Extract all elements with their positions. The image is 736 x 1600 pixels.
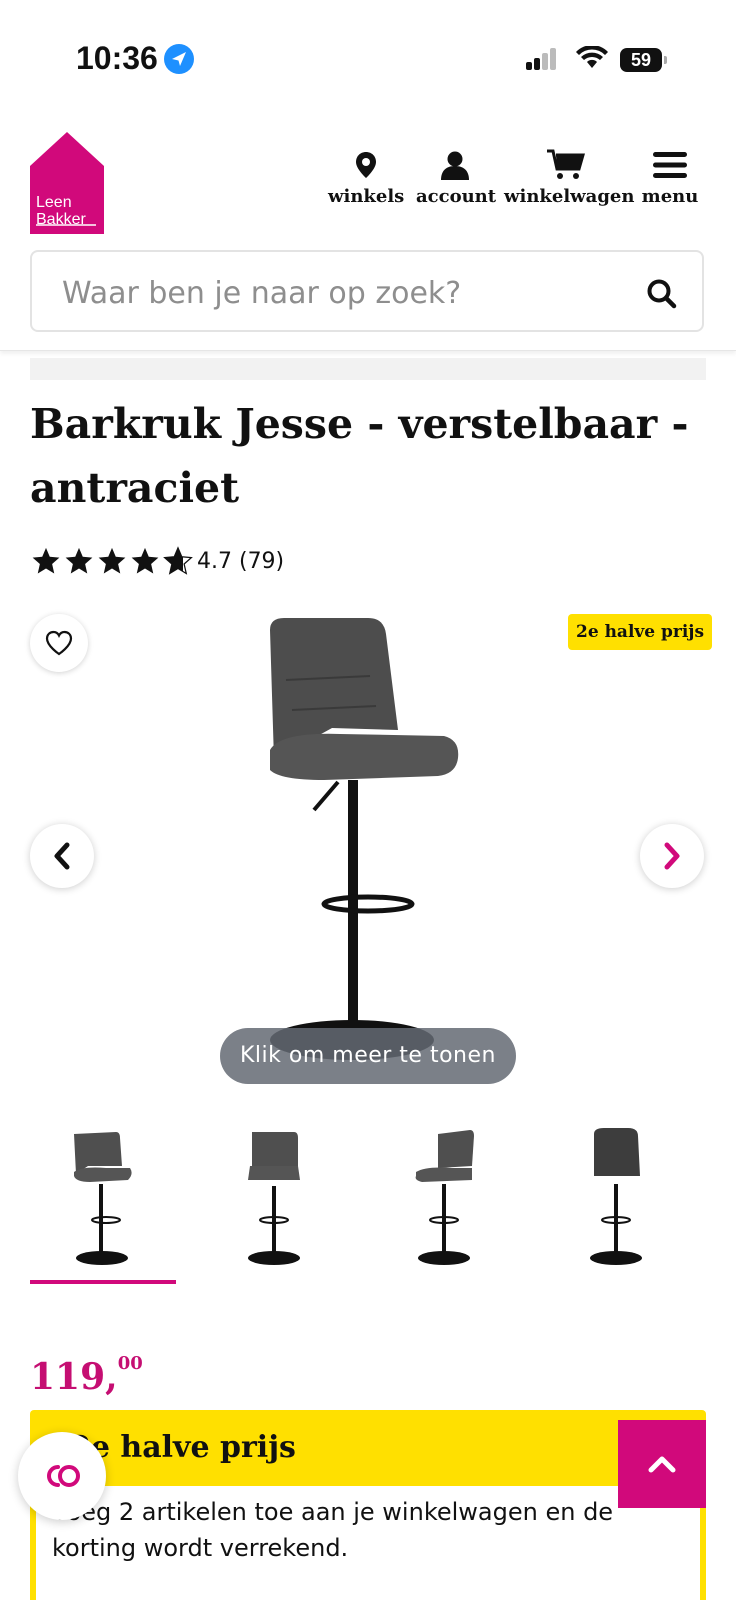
chevron-right-icon (664, 842, 680, 870)
search-bar (30, 250, 704, 332)
nav-account[interactable]: account (416, 146, 497, 216)
status-time: 10:36 (76, 40, 158, 76)
product-gallery[interactable]: 2e halve prijs Klik om meer te tonen (0, 600, 736, 1090)
hamburger-icon (640, 146, 700, 184)
star-icon (98, 547, 126, 574)
product-title: Barkruk Jesse - verstelbaar - antraciet (30, 400, 689, 512)
price-cents: 00 (117, 1352, 143, 1374)
logo-text-line2: Bakker (36, 211, 86, 228)
chevron-up-icon (648, 1456, 676, 1473)
promo-description: Voeg 2 artikelen toe aan je winkelwagen … (52, 1498, 614, 1562)
nav-stores[interactable]: winkels (328, 146, 404, 216)
promo-header: 2e halve prijs (30, 1410, 706, 1486)
product-price: 119,00 (30, 1352, 143, 1398)
star-partial-icon (163, 546, 193, 575)
status-bar: 10:36 59 (0, 0, 736, 110)
scroll-to-top-button[interactable] (618, 1420, 706, 1508)
leen-bakker-logo[interactable]: Leen Bakker (30, 128, 104, 234)
promo-box: 2e halve prijs Voeg 2 artikelen toe aan … (30, 1410, 706, 1600)
user-icon (416, 146, 494, 184)
star-icon (65, 547, 93, 574)
thumbnail-4[interactable] (558, 1120, 704, 1270)
nav-cart-label: winkelwagen (504, 186, 635, 207)
site-header: Leen Bakker winkels account winkelwagen … (0, 120, 736, 351)
nav-menu-label: menu (641, 186, 699, 207)
promo-badge: 2e halve prijs (568, 614, 713, 650)
gallery-prev-button[interactable] (30, 824, 94, 888)
thumbnail-strip (30, 1120, 706, 1290)
battery-indicator: 59 (620, 48, 667, 72)
thumbnail-3[interactable] (382, 1120, 528, 1270)
breadcrumb-placeholder (30, 358, 706, 380)
nav-cart[interactable]: winkelwagen (504, 146, 635, 216)
cart-icon (504, 146, 628, 184)
location-pin-icon (328, 146, 404, 184)
nav-account-label: account (416, 186, 497, 207)
show-more-hint[interactable]: Klik om meer te tonen (220, 1028, 516, 1084)
heart-icon (45, 630, 73, 656)
wifi-icon (576, 45, 608, 75)
star-icon (131, 547, 159, 574)
chat-logo-icon (47, 1465, 80, 1487)
wishlist-button[interactable] (30, 614, 88, 672)
search-input[interactable] (60, 272, 624, 314)
chevron-left-icon (54, 842, 70, 870)
logo-text-line1: Leen (36, 194, 72, 211)
chat-button[interactable] (18, 1432, 106, 1520)
nav-stores-label: winkels (328, 186, 405, 207)
signal-icon (526, 48, 556, 70)
thumbnail-active-indicator (30, 1280, 176, 1284)
product-image[interactable] (240, 610, 500, 1070)
rating-text: 4.7 (79) (197, 548, 285, 574)
gallery-next-button[interactable] (640, 824, 704, 888)
promo-body: Voeg 2 artikelen toe aan je winkelwagen … (30, 1486, 706, 1600)
thumbnail-2[interactable] (206, 1120, 352, 1270)
location-arrow-icon (164, 44, 194, 74)
thumbnail-1[interactable] (30, 1120, 176, 1270)
star-icon (32, 547, 60, 574)
search-icon[interactable] (644, 276, 680, 312)
nav-menu[interactable]: menu (640, 146, 700, 216)
product-rating[interactable]: 4.7 (79) (30, 546, 284, 576)
price-main: 119, (30, 1356, 118, 1398)
